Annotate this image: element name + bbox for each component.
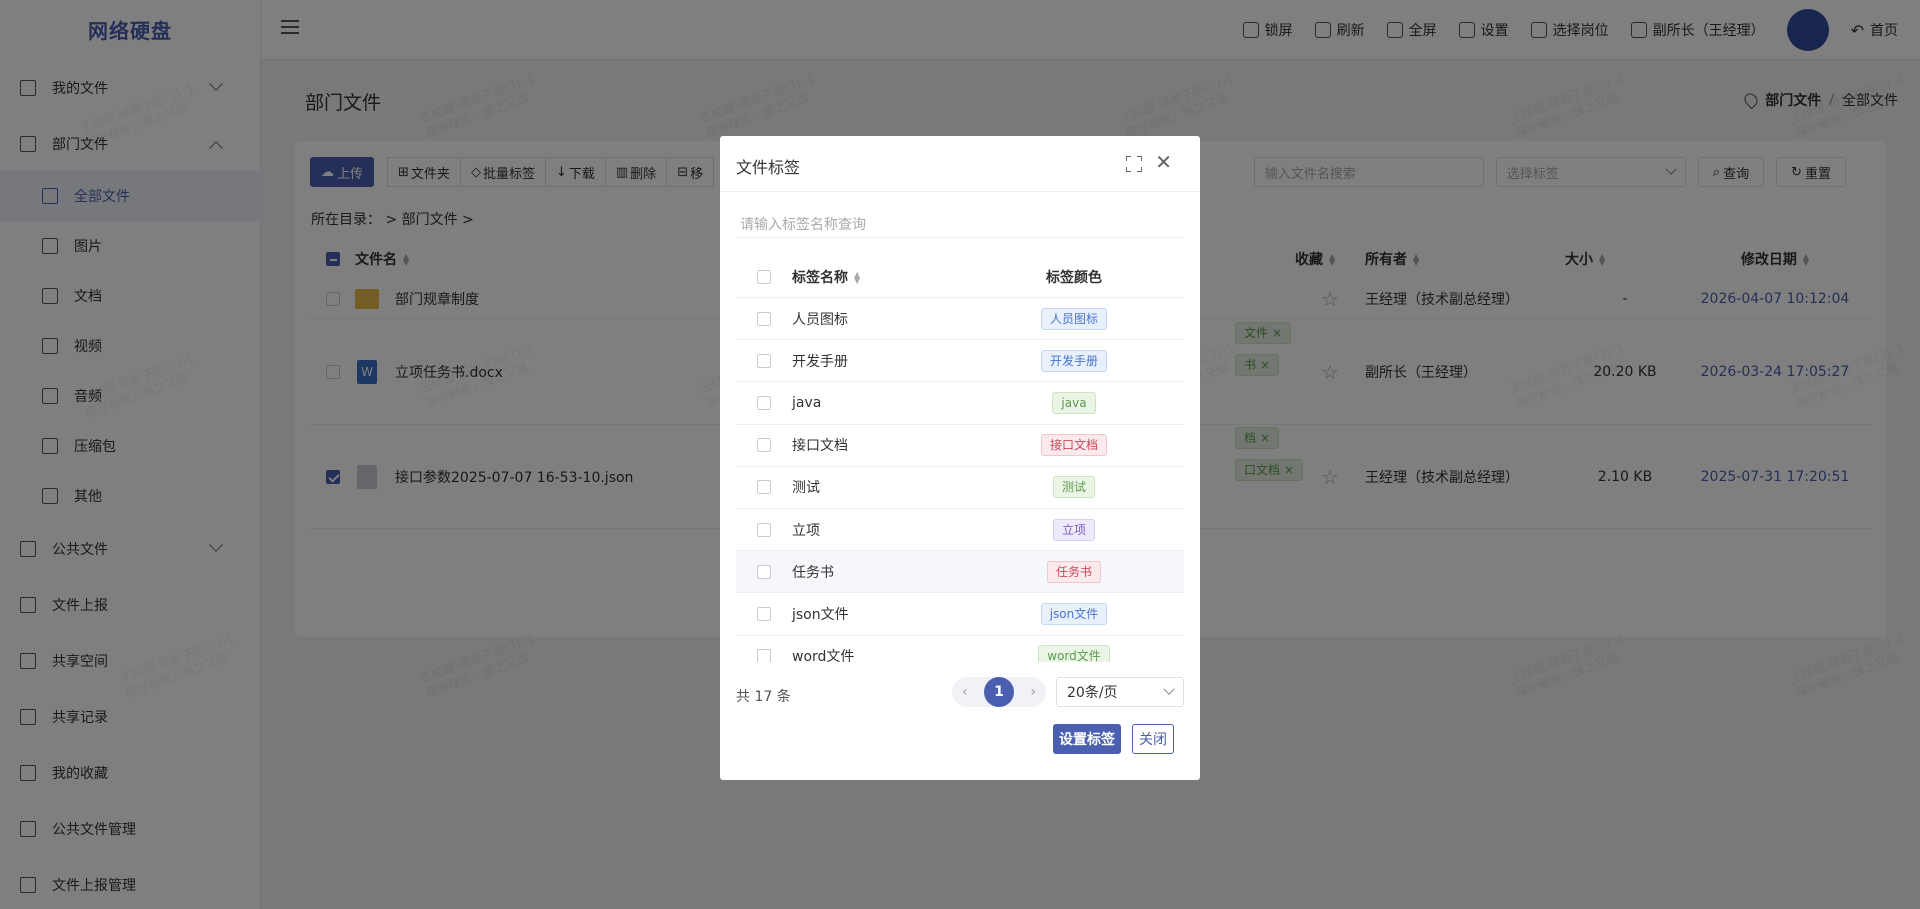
tag-name: word文件 (792, 649, 855, 662)
tag-checkbox[interactable] (757, 606, 771, 621)
tag-select-cell (736, 564, 792, 579)
close-icon[interactable]: ✕ (1155, 152, 1172, 172)
tag-checkbox[interactable] (757, 649, 771, 662)
tag-color-cell: 任务书 (964, 560, 1184, 583)
tag-name: 立项 (792, 522, 820, 539)
page-number[interactable]: 1 (984, 677, 1014, 707)
tag-name: 开发手册 (792, 353, 848, 370)
select-all-cell (736, 269, 792, 284)
tag-row[interactable]: 任务书 任务书 (736, 551, 1184, 594)
chevron-down-icon (1163, 683, 1175, 695)
tag-color-chip: json文件 (1040, 602, 1108, 625)
tag-name: java (792, 394, 822, 411)
tag-color-cell: 测试 (964, 476, 1184, 499)
dialog-header: 文件标签 ✕ (720, 136, 1200, 192)
tag-row[interactable]: 开发手册 开发手册 (736, 340, 1184, 383)
tag-select-cell (736, 395, 792, 410)
tag-row[interactable]: 接口文档 接口文档 (736, 425, 1184, 467)
tag-row[interactable]: 测试 测试 (736, 467, 1184, 509)
tag-select-cell (736, 438, 792, 453)
tag-color-cell: json文件 (964, 602, 1184, 625)
tag-color-chip: 人员图标 (1040, 307, 1107, 330)
prev-page-icon[interactable]: ‹ (962, 684, 968, 700)
tag-table-header: 标签名称 ▲ ▼ 标签颜色 (736, 256, 1184, 298)
sort-icon: ▲▼ (854, 269, 861, 285)
tag-color-cell: java (964, 391, 1184, 414)
tag-color-cell: 开发手册 (964, 349, 1184, 372)
select-all-tags-checkbox[interactable] (757, 269, 771, 284)
tag-name: 任务书 (792, 564, 834, 581)
tag-checkbox[interactable] (757, 311, 771, 326)
tag-row[interactable]: json文件 json文件 (736, 593, 1184, 636)
tag-select-cell (736, 480, 792, 495)
tag-color-cell: 立项 (964, 518, 1184, 541)
tag-checkbox[interactable] (757, 480, 771, 495)
tag-color-cell: word文件 (964, 645, 1184, 662)
tag-name: json文件 (792, 606, 849, 623)
tag-select-cell (736, 649, 792, 662)
tag-select-cell (736, 606, 792, 621)
column-label: 标签名称 (792, 269, 848, 286)
tag-color-chip: 任务书 (1046, 560, 1101, 583)
tag-checkbox[interactable] (757, 395, 771, 410)
tag-color-chip: java (1052, 391, 1096, 414)
tag-row[interactable]: 人员图标 人员图标 (736, 298, 1184, 341)
tag-checkbox[interactable] (757, 522, 771, 537)
page-size-value: 20条/页 (1067, 685, 1118, 701)
tag-row[interactable]: java java (736, 382, 1184, 425)
tag-search-input[interactable]: 请输入标签名称查询 (736, 206, 1184, 238)
tag-color-chip: 立项 (1052, 518, 1095, 541)
pagination: ‹ 1 › (952, 677, 1046, 707)
tag-color-chip: 接口文档 (1040, 434, 1107, 457)
tag-name: 接口文档 (792, 438, 848, 455)
tag-color-chip: 测试 (1052, 476, 1095, 499)
tag-checkbox[interactable] (757, 353, 771, 368)
tag-checkbox[interactable] (757, 438, 771, 453)
page-size-select[interactable]: 20条/页 (1056, 677, 1184, 707)
close-button[interactable]: 关闭 (1132, 724, 1174, 754)
maximize-icon[interactable] (1126, 156, 1142, 172)
tag-color-cell: 人员图标 (964, 307, 1184, 330)
col-tag-color: 标签颜色 (1046, 269, 1102, 286)
tag-select-cell (736, 353, 792, 368)
set-tag-button[interactable]: 设置标签 (1053, 724, 1121, 754)
tag-color-cell: 接口文档 (964, 434, 1184, 457)
tag-list: 人员图标 人员图标 开发手册 开发手册 java java 接口文档 接口文档 测试 测试 立项 立项… (736, 298, 1184, 662)
col-tag-name[interactable]: 标签名称 ▲ ▼ (792, 267, 964, 287)
tag-checkbox[interactable] (757, 564, 771, 579)
tag-select-cell (736, 311, 792, 326)
tag-row[interactable]: word文件 word文件 (736, 636, 1184, 662)
total-count: 共 17 条 (736, 689, 791, 705)
dialog-title: 文件标签 (736, 158, 801, 177)
file-tag-dialog: 文件标签 ✕ 请输入标签名称查询 标签名称 ▲ ▼ 标签颜色 人员图标 人员图标开发手… (720, 136, 1200, 780)
tag-color-chip: word文件 (1038, 645, 1110, 662)
tag-color-chip: 开发手册 (1040, 349, 1107, 372)
tag-name: 测试 (792, 480, 820, 497)
tag-name: 人员图标 (792, 311, 848, 328)
tag-row[interactable]: 立项 立项 (736, 509, 1184, 552)
tag-select-cell (736, 522, 792, 537)
next-page-icon[interactable]: › (1030, 684, 1036, 700)
